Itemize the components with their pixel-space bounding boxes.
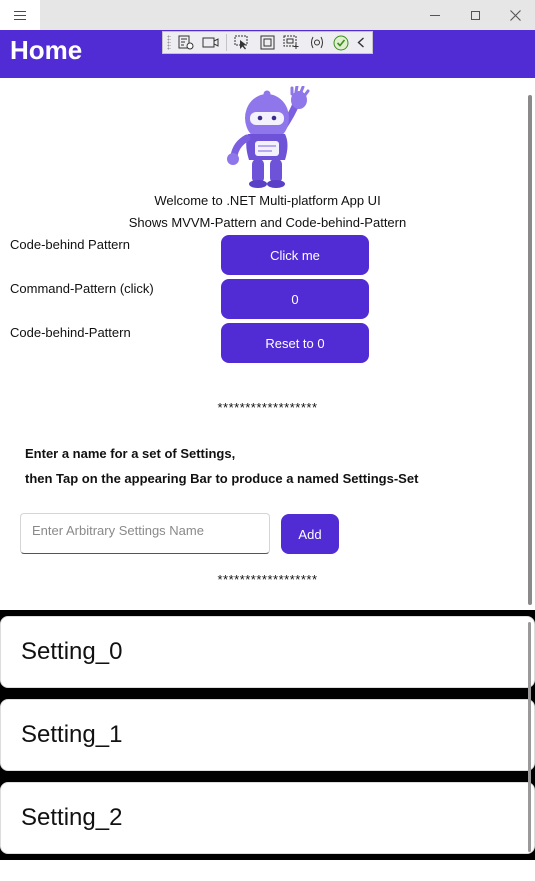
settings-item-label: Setting_2 — [21, 804, 123, 831]
command-pattern-label: Command-Pattern (click) — [10, 281, 154, 296]
dotnet-bot-icon — [222, 84, 312, 188]
reset-pattern-label: Code-behind-Pattern — [10, 325, 131, 340]
settings-item-label: Setting_0 — [21, 638, 123, 665]
collapse-icon[interactable] — [357, 34, 366, 51]
click-me-button[interactable]: Click me — [221, 235, 369, 275]
maximize-icon[interactable] — [455, 0, 495, 30]
toolbar-separator — [226, 34, 228, 51]
page-title: Home — [10, 35, 83, 65]
counter-button[interactable]: 0 — [221, 279, 369, 319]
live-visual-tree-icon[interactable] — [177, 34, 196, 51]
settings-list: Setting_0 Setting_1 Setting_2 — [0, 610, 535, 860]
page-scrollbar[interactable] — [528, 95, 532, 605]
binding-failures-icon[interactable] — [307, 34, 326, 51]
settings-item[interactable]: Setting_1 — [0, 699, 535, 771]
reset-button[interactable]: Reset to 0 — [221, 323, 369, 363]
welcome-label: Welcome to .NET Multi-platform App UI — [154, 193, 381, 208]
display-layout-adorners-icon[interactable] — [258, 34, 277, 51]
window-title-bar — [0, 0, 535, 30]
separator-stars-bottom: ****************** — [217, 572, 318, 587]
settings-name-placeholder: Enter Arbitrary Settings Name — [32, 523, 204, 538]
select-element-icon[interactable] — [233, 34, 252, 51]
track-focus-icon[interactable] — [282, 34, 301, 51]
record-icon[interactable] — [201, 34, 220, 51]
code-behind-label: Code-behind Pattern — [10, 237, 130, 252]
grip-icon[interactable] — [167, 35, 171, 50]
settings-item[interactable]: Setting_2 — [0, 782, 535, 854]
minimize-icon[interactable] — [415, 0, 455, 30]
subtitle-label: Shows MVVM-Pattern and Code-behind-Patte… — [128, 215, 407, 230]
xaml-debug-toolbar — [162, 31, 373, 54]
settings-item-label: Setting_1 — [21, 721, 123, 748]
separator-stars-top: ****************** — [217, 400, 318, 415]
settings-item[interactable]: Setting_0 — [0, 616, 535, 688]
instruction-line-2: then Tap on the appearing Bar to produce… — [25, 471, 419, 486]
hamburger-icon[interactable] — [0, 0, 40, 30]
add-button[interactable]: Add — [281, 514, 339, 554]
settings-name-input[interactable]: Enter Arbitrary Settings Name — [20, 513, 270, 554]
hot-reload-ok-icon[interactable] — [332, 34, 351, 51]
instruction-line-1: Enter a name for a set of Settings, — [25, 446, 236, 461]
list-scrollbar[interactable] — [528, 622, 531, 852]
close-icon[interactable] — [495, 0, 535, 30]
